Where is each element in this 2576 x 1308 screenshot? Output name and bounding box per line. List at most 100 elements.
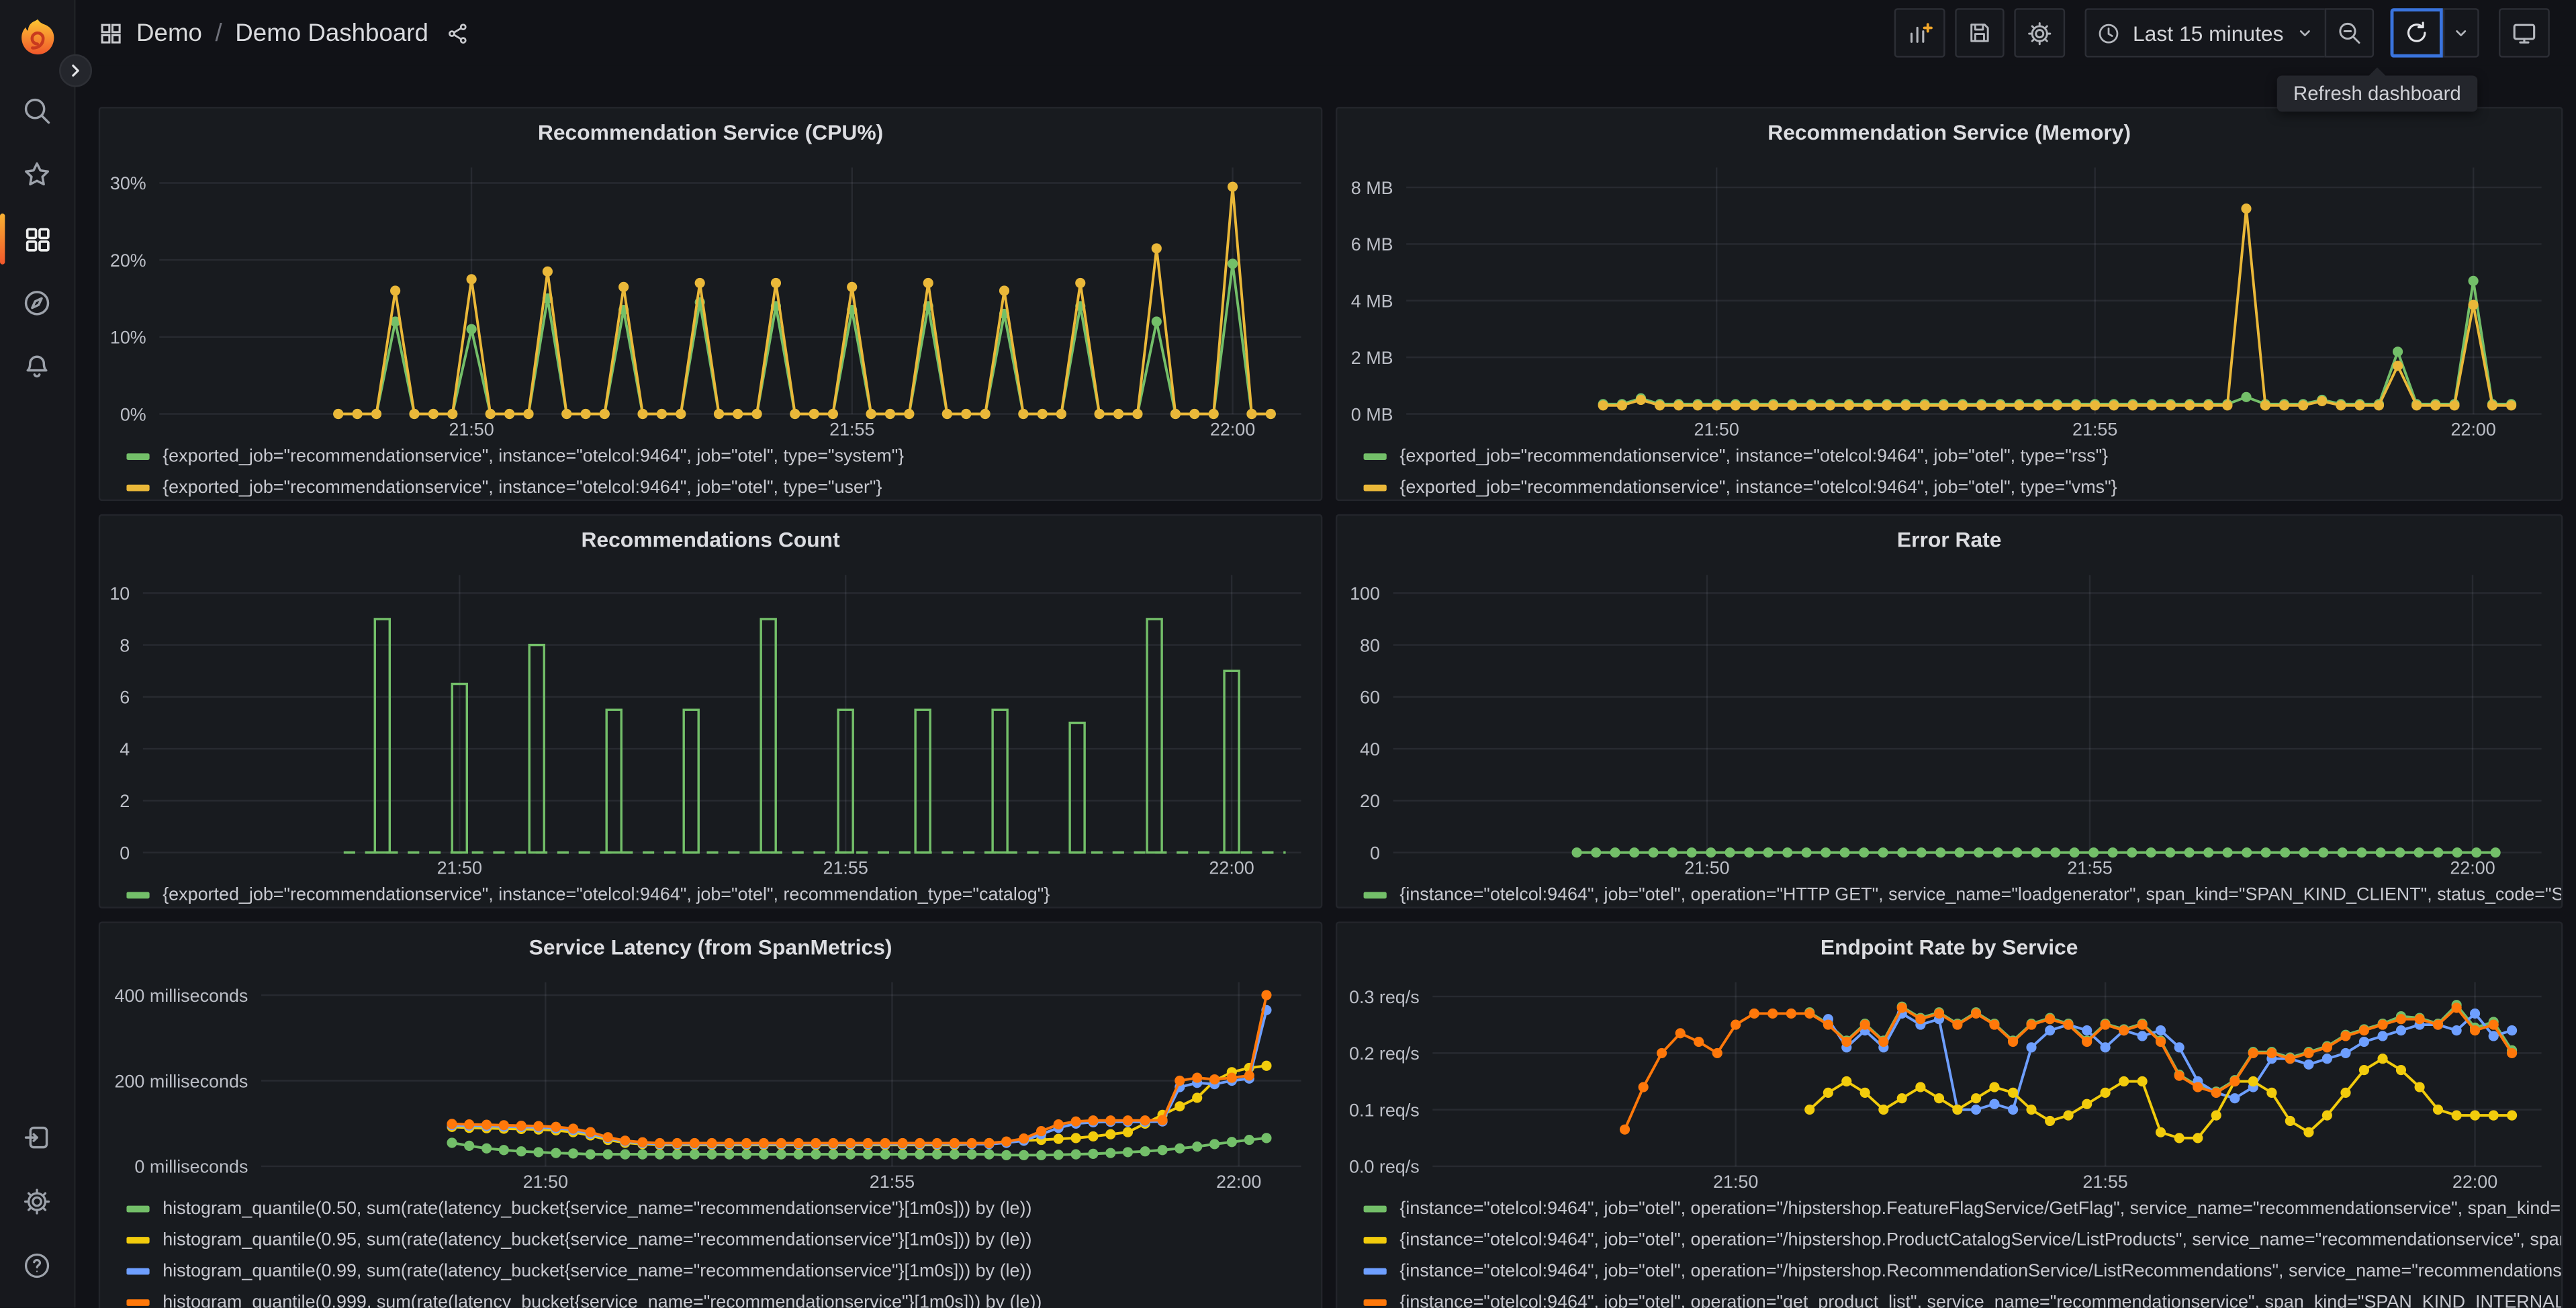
svg-text:2 MB: 2 MB <box>1351 348 1393 368</box>
legend-item[interactable]: {exported_job="recommendationservice", i… <box>126 440 1321 471</box>
sidebar <box>0 0 92 1308</box>
svg-text:8 MB: 8 MB <box>1351 178 1393 198</box>
dashboard-settings-button[interactable] <box>2014 8 2066 58</box>
legend-item[interactable]: {instance="otelcol:9464", job="otel", op… <box>1363 1224 2561 1255</box>
dashboard-grid: Recommendation Service (CPU%) 21:50 21:55… <box>76 66 2576 1308</box>
breadcrumb: Demo / Demo Dashboard <box>99 19 469 47</box>
zoom-out-time-button[interactable] <box>2324 8 2375 58</box>
dashboard-toolbar: Last 15 minutes <box>1894 8 2550 58</box>
kiosk-mode-button[interactable] <box>2499 8 2550 58</box>
save-dashboard-button[interactable] <box>1955 8 2005 58</box>
panel-header[interactable]: Recommendations Count <box>100 516 1321 561</box>
legend-label: histogram_quantile(0.999, sum(rate(laten… <box>163 1292 1042 1308</box>
sidebar-item-explore[interactable] <box>0 271 75 335</box>
panel-title: Recommendation Service (CPU%) <box>537 119 884 144</box>
panel-endpoint-rate: Endpoint Rate by Service 21:50 21:55 22:00… <box>1335 921 2563 1308</box>
svg-text:0: 0 <box>1370 843 1380 863</box>
sidebar-item-sign-in[interactable] <box>0 1105 75 1169</box>
dashboards-grid-icon <box>25 227 49 251</box>
sidebar-item-settings[interactable] <box>0 1170 75 1233</box>
svg-text:21:50: 21:50 <box>1694 419 1739 439</box>
panel-title: Recommendation Service (Memory) <box>1767 119 2131 144</box>
legend-swatch <box>1363 1235 1387 1243</box>
legend: {exported_job="recommendationservice", i… <box>1337 440 2561 500</box>
gear-icon <box>2028 21 2052 44</box>
legend-swatch <box>1363 1298 1387 1305</box>
svg-text:22:00: 22:00 <box>1216 1172 1261 1192</box>
svg-text:6 MB: 6 MB <box>1351 234 1393 254</box>
legend-item[interactable]: {exported_job="recommendationservice", i… <box>126 471 1321 500</box>
legend-swatch <box>126 1298 150 1305</box>
legend-item[interactable]: {exported_job="recommendationservice", i… <box>1363 440 2561 471</box>
sidebar-item-alerting[interactable] <box>0 335 75 399</box>
breadcrumb-page[interactable]: Demo Dashboard <box>235 19 428 47</box>
chart-recommendation-cpu[interactable]: 21:50 21:55 22:00 0% 10% 20% 30% <box>100 154 1322 440</box>
svg-text:0 MB: 0 MB <box>1351 404 1393 424</box>
svg-text:0 milliseconds: 0 milliseconds <box>134 1157 248 1177</box>
refresh-interval-dropdown[interactable] <box>2442 8 2479 58</box>
svg-text:21:50: 21:50 <box>523 1172 568 1192</box>
svg-text:21:55: 21:55 <box>2082 1172 2127 1192</box>
legend-label: {instance="otelcol:9464", job="otel", op… <box>1399 1260 2561 1280</box>
legend-item[interactable]: histogram_quantile(0.99, sum(rate(latenc… <box>126 1255 1321 1286</box>
panel-recommendation-cpu: Recommendation Service (CPU%) 21:50 21:55… <box>98 107 1323 502</box>
legend-item[interactable]: {exported_job="recommendationservice", i… <box>126 879 1321 907</box>
monitor-icon <box>2513 23 2536 43</box>
svg-text:30%: 30% <box>110 173 146 193</box>
compass-icon <box>24 291 50 316</box>
panel-header[interactable]: Error Rate <box>1337 516 2561 561</box>
time-range-picker[interactable]: Last 15 minutes <box>2085 8 2325 58</box>
legend-item[interactable]: {instance="otelcol:9464", job="otel", op… <box>1363 1193 2561 1223</box>
zoom-out-icon <box>2339 22 2360 44</box>
sidebar-item-starred[interactable] <box>0 143 75 207</box>
panel-error-rate: Error Rate 21:50 21:55 22:00 0 20 40 60 80 100 {… <box>1335 514 2563 908</box>
legend: {instance="otelcol:9464", job="otel", op… <box>1337 879 2561 907</box>
panel-title: Recommendations Count <box>581 526 840 551</box>
add-panel-icon <box>1911 22 1933 42</box>
breadcrumb-section[interactable]: Demo <box>136 19 202 47</box>
sidebar-item-search[interactable] <box>0 79 75 142</box>
legend-item[interactable]: histogram_quantile(0.999, sum(rate(laten… <box>126 1287 1321 1308</box>
panel-header[interactable]: Endpoint Rate by Service <box>1337 923 2561 969</box>
panel-header[interactable]: Recommendation Service (CPU%) <box>100 108 1321 154</box>
sidebar-item-help[interactable] <box>0 1233 75 1297</box>
sidebar-item-dashboards[interactable] <box>0 207 75 271</box>
panel-header[interactable]: Service Latency (from SpanMetrics) <box>100 923 1321 969</box>
legend-item[interactable]: {instance="otelcol:9464", job="otel", op… <box>1363 1255 2561 1286</box>
legend-item[interactable]: {instance="otelcol:9464", job="otel", op… <box>1363 1287 2561 1308</box>
legend-swatch <box>1363 891 1387 898</box>
legend-item[interactable]: histogram_quantile(0.95, sum(rate(latenc… <box>126 1224 1321 1255</box>
legend-label: histogram_quantile(0.50, sum(rate(latenc… <box>163 1198 1032 1219</box>
clock-icon <box>2099 23 2119 43</box>
svg-text:21:50: 21:50 <box>449 419 494 439</box>
share-icon[interactable] <box>445 21 469 46</box>
chart-endpoint-rate[interactable]: 21:50 21:55 22:00 0.0 req/s 0.1 req/s 0.2 req… <box>1337 969 2563 1193</box>
chart-recommendation-memory[interactable]: 21:50 21:55 22:00 0 MB 2 MB 4 MB 6 MB 8 MB <box>1337 154 2563 440</box>
legend-label: {exported_job="recommendationservice", i… <box>163 446 905 466</box>
legend-item[interactable]: histogram_quantile(0.50, sum(rate(latenc… <box>126 1193 1321 1223</box>
legend-swatch <box>1363 483 1387 491</box>
add-panel-button[interactable] <box>1894 8 1946 58</box>
legend-item[interactable]: {exported_job="recommendationservice", i… <box>1363 471 2561 500</box>
svg-text:60: 60 <box>1360 688 1380 708</box>
svg-text:21:50: 21:50 <box>437 857 482 878</box>
svg-text:4 MB: 4 MB <box>1351 291 1393 312</box>
legend-label: histogram_quantile(0.95, sum(rate(latenc… <box>163 1229 1032 1250</box>
svg-text:0%: 0% <box>120 404 146 424</box>
panel-header[interactable]: Recommendation Service (Memory) <box>1337 108 2561 154</box>
chart-service-latency[interactable]: 21:50 21:55 22:00 0 milliseconds 200 millise… <box>100 969 1322 1193</box>
legend-label: {instance="otelcol:9464", job="otel", op… <box>1399 1292 2561 1308</box>
svg-text:100: 100 <box>1350 583 1380 604</box>
refresh-dashboard-button[interactable] <box>2390 8 2443 58</box>
svg-text:10%: 10% <box>110 328 146 348</box>
panel-recommendations-count: Recommendations Count 21:50 21:55 22:00 0 2 4… <box>98 514 1323 908</box>
legend-item[interactable]: {instance="otelcol:9464", job="otel", op… <box>1363 879 2561 907</box>
chevron-down-icon <box>2456 30 2467 36</box>
chart-recommendations-count[interactable]: 21:50 21:55 22:00 0 2 4 6 8 10 <box>100 562 1322 879</box>
svg-text:20: 20 <box>1360 791 1380 811</box>
sidebar-expand-button[interactable] <box>59 54 92 87</box>
bell-icon <box>26 355 48 378</box>
chart-error-rate[interactable]: 21:50 21:55 22:00 0 20 40 60 80 100 <box>1337 562 2563 879</box>
svg-text:0.0 req/s: 0.0 req/s <box>1349 1157 1420 1177</box>
grafana-app: Demo / Demo Dashboard Last 15 minutes Re… <box>0 0 2576 1308</box>
